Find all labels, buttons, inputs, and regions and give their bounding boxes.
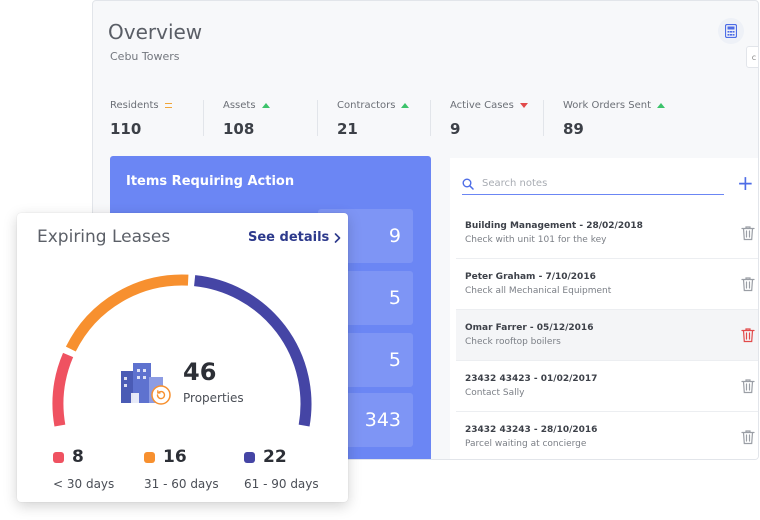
trash-icon[interactable] [741,327,755,343]
stat-value: 21 [337,120,358,138]
calculator-icon [725,24,737,38]
note-detail: Check rooftop boilers [465,337,561,347]
gauge-arc-under-30 [52,352,74,427]
legend-count: 16 [163,447,187,467]
stat-value: 108 [223,120,255,138]
stat-value: 89 [563,120,584,138]
divider [543,100,544,136]
legend-swatch [244,452,255,463]
trend-up-icon [657,103,666,108]
stat-work-orders: Work Orders Sent 89 [563,100,666,138]
calculator-button[interactable] [718,18,744,44]
stat-label: Residents [110,100,159,111]
note-title: 23432 43423 - 01/02/2017 [465,374,598,384]
trash-icon[interactable] [741,276,755,292]
note-title: Omar Farrer - 05/12/2016 [465,323,594,333]
stat-value: 9 [450,120,461,138]
divider [203,100,204,136]
stat-label: Active Cases [450,100,514,111]
legend-swatch [53,452,64,463]
trash-icon[interactable] [741,429,755,445]
total-expiring-count: 46 [183,358,217,386]
notes-panel: + Building Management - 28/02/2018 Check… [450,158,758,459]
expiring-leases-card: Expiring Leases See details 46 Propertie… [17,213,348,502]
note-item-selected[interactable]: Omar Farrer - 05/12/2016 Check rooftop b… [456,310,758,361]
trash-icon[interactable] [741,225,755,241]
note-item[interactable]: Peter Graham - 7/10/2016 Check all Mecha… [456,259,758,310]
total-expiring-label: Properties [183,391,244,405]
legend-range: 31 - 60 days [144,477,219,491]
stat-label: Work Orders Sent [563,100,652,111]
stat-contractors: Contractors 21 [337,100,410,138]
stat-assets: Assets 108 [223,100,270,138]
note-title: Building Management - 28/02/2018 [465,221,643,231]
note-item[interactable]: 23432 43243 - 28/10/2016 Parcel waiting … [456,412,758,459]
stat-label: Contractors [337,100,396,111]
stat-active-cases: Active Cases 9 [450,100,528,138]
divider [430,100,431,136]
trend-flat-icon [164,103,172,108]
trend-up-icon [401,103,410,108]
legend-count: 22 [263,447,287,467]
building-icon [121,363,171,405]
note-item[interactable]: Building Management - 28/02/2018 Check w… [456,208,758,259]
legend-count: 8 [72,447,84,467]
stats-bar: Residents 110 Assets 108 Contractors 21 … [110,100,750,138]
note-item[interactable]: 23432 43423 - 01/02/2017 Contact Sally [456,361,758,412]
search-notes-input[interactable] [482,178,702,189]
legend-range: < 30 days [53,477,115,491]
note-title: 23432 43243 - 28/10/2016 [465,425,598,435]
legend-range: 61 - 90 days [244,477,319,491]
panel-title: Items Requiring Action [126,174,295,189]
property-name: Cebu Towers [110,50,180,63]
note-detail: Check with unit 101 for the key [465,235,607,245]
side-tab[interactable]: c [746,46,758,68]
trend-down-icon [519,103,528,108]
add-note-button[interactable]: + [737,173,754,193]
trash-icon[interactable] [741,378,755,394]
search-bar [462,173,724,195]
note-title: Peter Graham - 7/10/2016 [465,272,596,282]
page-title: Overview [108,20,203,44]
search-icon [462,178,474,190]
note-detail: Parcel waiting at concierge [465,439,587,449]
stat-residents: Residents 110 [110,100,172,138]
note-detail: Check all Mechanical Equipment [465,286,612,296]
legend-swatch [144,452,155,463]
note-detail: Contact Sally [465,388,525,398]
gauge-arc-31-60 [65,274,189,352]
stat-value: 110 [110,120,142,138]
stat-label: Assets [223,100,256,111]
trend-up-icon [261,103,270,108]
divider [317,100,318,136]
